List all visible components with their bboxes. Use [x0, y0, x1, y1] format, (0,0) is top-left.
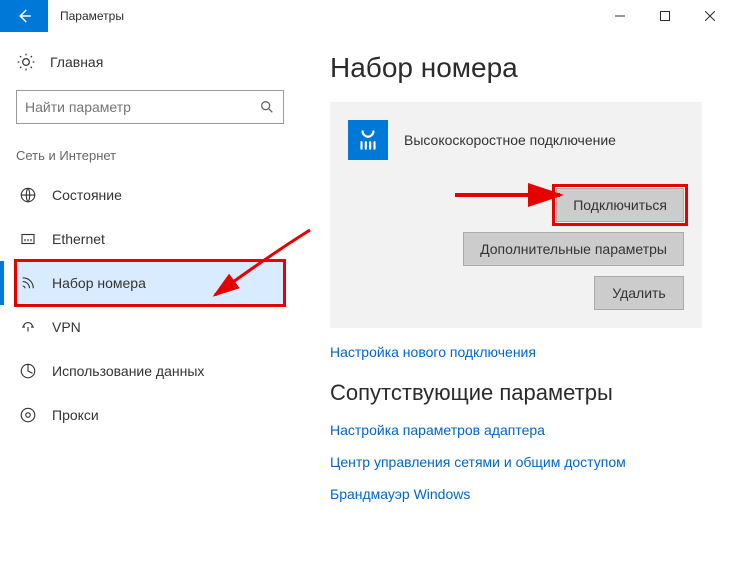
advanced-button[interactable]: Дополнительные параметры: [463, 232, 684, 266]
sidebar-item-label: Состояние: [52, 187, 122, 203]
minimize-button[interactable]: [597, 0, 642, 32]
dialup-icon: [18, 273, 38, 293]
sidebar-item-ethernet[interactable]: Ethernet: [16, 217, 284, 261]
search-icon: [259, 99, 275, 115]
window-title: Параметры: [48, 9, 597, 23]
ethernet-icon: [18, 229, 38, 249]
close-button[interactable]: [687, 0, 732, 32]
link-adapter-settings[interactable]: Настройка параметров адаптера: [330, 422, 702, 438]
vpn-icon: [18, 317, 38, 337]
sidebar-item-data-usage[interactable]: Использование данных: [16, 349, 284, 393]
link-network-sharing[interactable]: Центр управления сетями и общим доступом: [330, 454, 702, 470]
related-section-title: Сопутствующие параметры: [330, 380, 702, 406]
connection-panel: Высокоскоростное подключение Подключитьс…: [330, 102, 702, 328]
gear-icon: [16, 52, 36, 72]
back-button[interactable]: [0, 0, 48, 32]
system-buttons: [597, 0, 732, 32]
proxy-icon: [18, 405, 38, 425]
link-new-connection[interactable]: Настройка нового подключения: [330, 344, 702, 360]
sidebar-item-status[interactable]: Состояние: [16, 173, 284, 217]
minimize-icon: [615, 11, 625, 21]
sidebar-item-dialup[interactable]: Набор номера: [16, 261, 284, 305]
sidebar-item-label: Набор номера: [52, 275, 146, 291]
connect-button[interactable]: Подключиться: [556, 188, 684, 222]
main-content: Набор номера Высокоскоростное подключени…: [300, 32, 732, 574]
sidebar-item-label: VPN: [52, 319, 81, 335]
sidebar-item-label: Ethernet: [52, 231, 105, 247]
link-firewall[interactable]: Брандмауэр Windows: [330, 486, 702, 502]
globe-icon: [18, 185, 38, 205]
titlebar: Параметры: [0, 0, 732, 32]
sidebar-group-header: Сеть и Интернет: [16, 148, 284, 163]
sidebar: Главная Сеть и Интернет Состояние Ethern…: [0, 32, 300, 574]
connection-row[interactable]: Высокоскоростное подключение: [348, 120, 684, 160]
data-usage-icon: [18, 361, 38, 381]
maximize-icon: [660, 11, 670, 21]
search-box[interactable]: [16, 90, 284, 124]
connection-name: Высокоскоростное подключение: [404, 132, 616, 148]
maximize-button[interactable]: [642, 0, 687, 32]
page-title: Набор номера: [330, 52, 702, 84]
sidebar-item-label: Прокси: [52, 407, 99, 423]
sidebar-item-proxy[interactable]: Прокси: [16, 393, 284, 437]
arrow-left-icon: [15, 7, 33, 25]
connection-icon: [348, 120, 388, 160]
search-input[interactable]: [25, 99, 259, 115]
close-icon: [705, 11, 715, 21]
sidebar-item-label: Использование данных: [52, 363, 204, 379]
sidebar-item-vpn[interactable]: VPN: [16, 305, 284, 349]
sidebar-home-label: Главная: [50, 54, 103, 70]
sidebar-home[interactable]: Главная: [16, 52, 284, 72]
delete-button[interactable]: Удалить: [594, 276, 684, 310]
